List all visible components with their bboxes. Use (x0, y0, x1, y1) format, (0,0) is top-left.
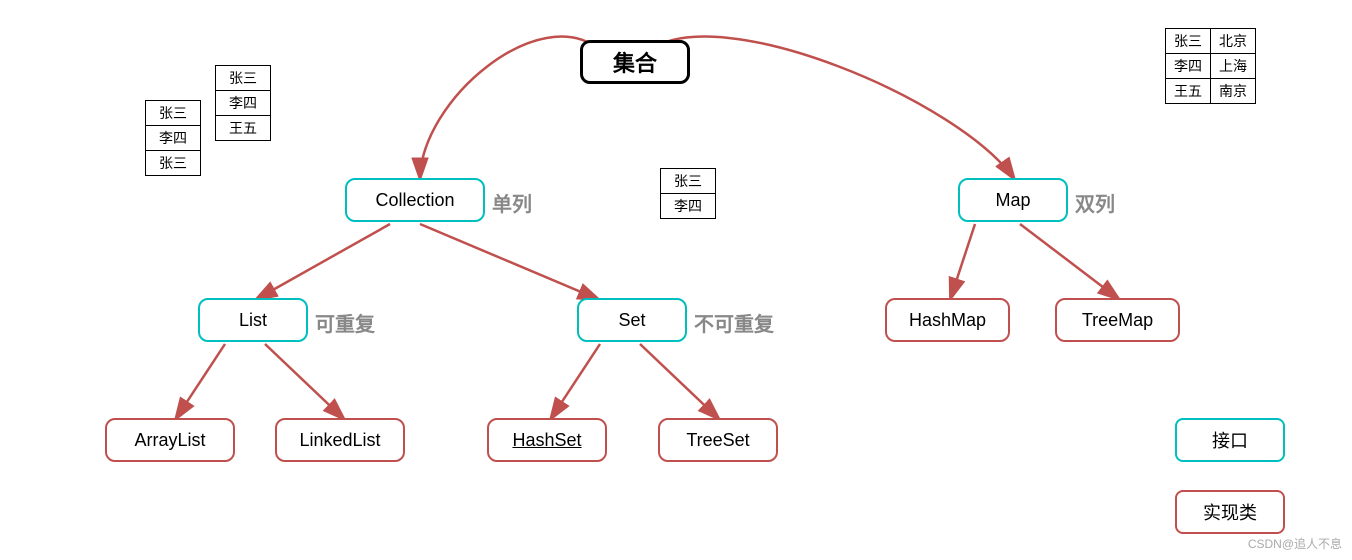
table-row: 王五 南京 (1166, 79, 1256, 104)
table-row: 张三 (146, 101, 201, 126)
node-hashset: HashSet (487, 418, 607, 462)
node-set-label: Set (618, 310, 645, 331)
table-center-right: 张三 李四 (660, 168, 716, 219)
table-left-bottom: 张三 李四 张三 (145, 100, 201, 176)
node-hashmap-label: HashMap (909, 310, 986, 331)
node-jihe-label: 集合 (613, 46, 657, 78)
legend-interface: 接口 (1175, 418, 1285, 462)
node-treeset: TreeSet (658, 418, 778, 462)
table-row: 张三 (216, 66, 271, 91)
node-collection: Collection (345, 178, 485, 222)
table-row: 李四 (146, 126, 201, 151)
label-chongfu: 可重复 (315, 308, 375, 337)
watermark: CSDN@追人不息 (1248, 535, 1342, 552)
node-jihe: 集合 (580, 40, 690, 84)
node-hashmap: HashMap (885, 298, 1010, 342)
table-row: 李四 上海 (1166, 54, 1256, 79)
table-row: 李四 (216, 91, 271, 116)
node-set: Set (577, 298, 687, 342)
label-buchongfu: 不可重复 (694, 308, 774, 337)
table-row: 张三 (146, 151, 201, 176)
legend-impl: 实现类 (1175, 490, 1285, 534)
node-map: Map (958, 178, 1068, 222)
node-list-label: List (239, 310, 267, 331)
table-left-top: 张三 李四 王五 (215, 65, 271, 141)
table-row: 李四 (661, 194, 716, 219)
node-hashset-label: HashSet (512, 430, 581, 451)
node-arraylist: ArrayList (105, 418, 235, 462)
legend-impl-label: 实现类 (1203, 499, 1257, 525)
node-collection-label: Collection (375, 190, 454, 211)
node-map-label: Map (995, 190, 1030, 211)
node-arraylist-label: ArrayList (134, 430, 205, 451)
node-list: List (198, 298, 308, 342)
label-shuanglie: 双列 (1075, 188, 1115, 217)
table-row: 张三 (661, 169, 716, 194)
node-linkedlist: LinkedList (275, 418, 405, 462)
table-row: 王五 (216, 116, 271, 141)
table-topright: 张三 北京 李四 上海 王五 南京 (1165, 28, 1256, 104)
node-linkedlist-label: LinkedList (299, 430, 380, 451)
node-treemap-label: TreeMap (1082, 310, 1153, 331)
node-treeset-label: TreeSet (686, 430, 749, 451)
label-danlie: 单列 (492, 188, 532, 217)
diagram: 集合 Collection 单列 Map 双列 List 可重复 Set 不可重… (0, 0, 1352, 560)
table-row: 张三 北京 (1166, 29, 1256, 54)
arrows-svg (0, 0, 1352, 560)
node-treemap: TreeMap (1055, 298, 1180, 342)
legend-interface-label: 接口 (1212, 427, 1248, 453)
